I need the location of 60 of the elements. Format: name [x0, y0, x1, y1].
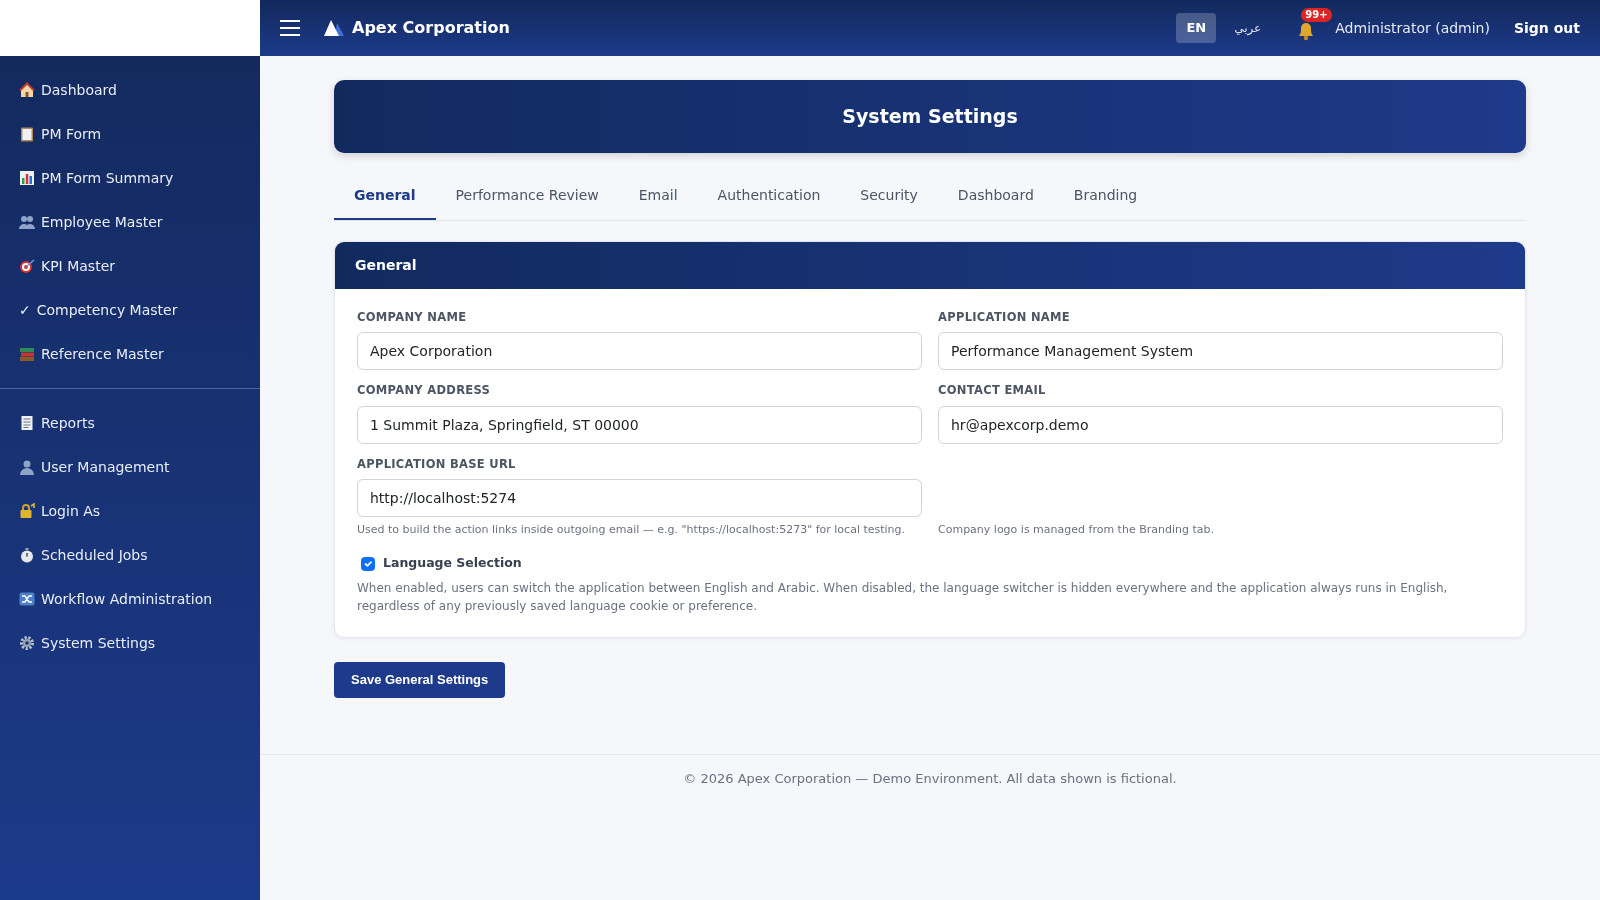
sidebar-item[interactable]: PM Form — [0, 112, 260, 156]
shuffle-icon — [19, 591, 35, 607]
sidebar-item[interactable]: User Management — [0, 445, 260, 489]
sidebar-item[interactable]: Employee Master — [0, 200, 260, 244]
brand-name: Apex Corporation — [352, 17, 510, 39]
input-field[interactable]: hr@apexcorp.demo — [938, 405, 1503, 444]
sidebar-item[interactable]: Reference Master — [0, 332, 260, 376]
field-label: APPLICATION NAME — [938, 309, 1071, 326]
sidebar-item[interactable]: Reports — [0, 401, 260, 445]
user-name: Administrator (admin) — [1335, 18, 1490, 38]
language-option[interactable]: عربي — [1224, 14, 1272, 42]
bar-chart-icon — [19, 170, 35, 186]
settings-tab[interactable]: Performance Review — [435, 173, 619, 220]
menu-icon[interactable] — [280, 20, 300, 36]
gear-icon — [19, 635, 35, 651]
input-field[interactable]: 1 Summit Plaza, Springfield, ST 00000 — [357, 405, 922, 444]
save-button[interactable]: Save General Settings — [334, 662, 506, 698]
field-label: COMPANY ADDRESS — [357, 382, 492, 400]
checkbox-label: Language Selection — [383, 554, 522, 573]
field-label: CONTACT EMAIL — [938, 382, 1047, 400]
footer-text: © 2026 Apex Corporation — Demo Environment. All data shown is fictional. — [683, 771, 1177, 786]
sidebar-item[interactable]: Dashboard — [0, 68, 260, 112]
sidebar-item[interactable]: Workflow Administration — [0, 577, 260, 621]
checkbox-description: When enabled, users can switch the application between English and Arabic. When disabled, the language switcher is hidden everywhere and the application always runs in English, regardless of any previously saved language cookie or preference. — [357, 580, 1449, 615]
document-icon — [19, 415, 35, 431]
settings-tab[interactable]: Security — [840, 173, 938, 220]
sidebar-item[interactable]: KPI Master — [0, 244, 260, 288]
settings-tab[interactable]: Branding — [1053, 173, 1158, 220]
person-icon — [19, 459, 35, 475]
settings-tab[interactable]: General — [334, 173, 436, 220]
settings-tab[interactable]: Dashboard — [937, 173, 1054, 220]
language-selection-checkbox[interactable] — [361, 556, 375, 571]
input-field[interactable]: Performance Management System — [938, 332, 1503, 371]
language-option[interactable]: EN — [1176, 13, 1217, 43]
sidebar-item[interactable]: Login As — [0, 489, 260, 533]
help-text: Company logo is managed from the Branding tab. — [938, 521, 1214, 538]
settings-tab[interactable]: Authentication — [697, 173, 841, 220]
lock-icon — [19, 503, 35, 519]
sidebar-item[interactable]: Scheduled Jobs — [0, 533, 260, 577]
field-label: APPLICATION BASE URL — [357, 455, 517, 473]
stopwatch-icon — [19, 547, 35, 563]
sidebar-item[interactable]: ✓ Competency Master — [0, 288, 260, 332]
check-icon: ✓ — [19, 299, 31, 321]
input-field[interactable]: Apex Corporation — [357, 332, 922, 371]
clipboard-icon — [19, 126, 35, 142]
card-header: General — [335, 242, 1525, 289]
sign-out-link[interactable]: Sign out — [1513, 17, 1580, 39]
page-title-banner: System Settings — [334, 80, 1526, 153]
people-icon — [19, 214, 35, 230]
target-icon — [19, 258, 35, 274]
field-label: COMPANY NAME — [357, 309, 468, 326]
sidebar-item[interactable]: PM Form Summary — [0, 156, 260, 200]
settings-tab[interactable]: Email — [618, 173, 698, 220]
books-icon — [19, 346, 35, 362]
house-icon — [19, 82, 35, 98]
logo-icon — [324, 20, 344, 36]
help-text: Used to build the action links inside outgoing email — e.g. "https://localhost:5273" for local testing. — [357, 521, 907, 538]
notification-badge: 99+ — [1301, 8, 1332, 22]
sidebar-item[interactable]: System Settings — [0, 621, 260, 665]
input-field[interactable]: http://localhost:5274 — [357, 478, 922, 517]
